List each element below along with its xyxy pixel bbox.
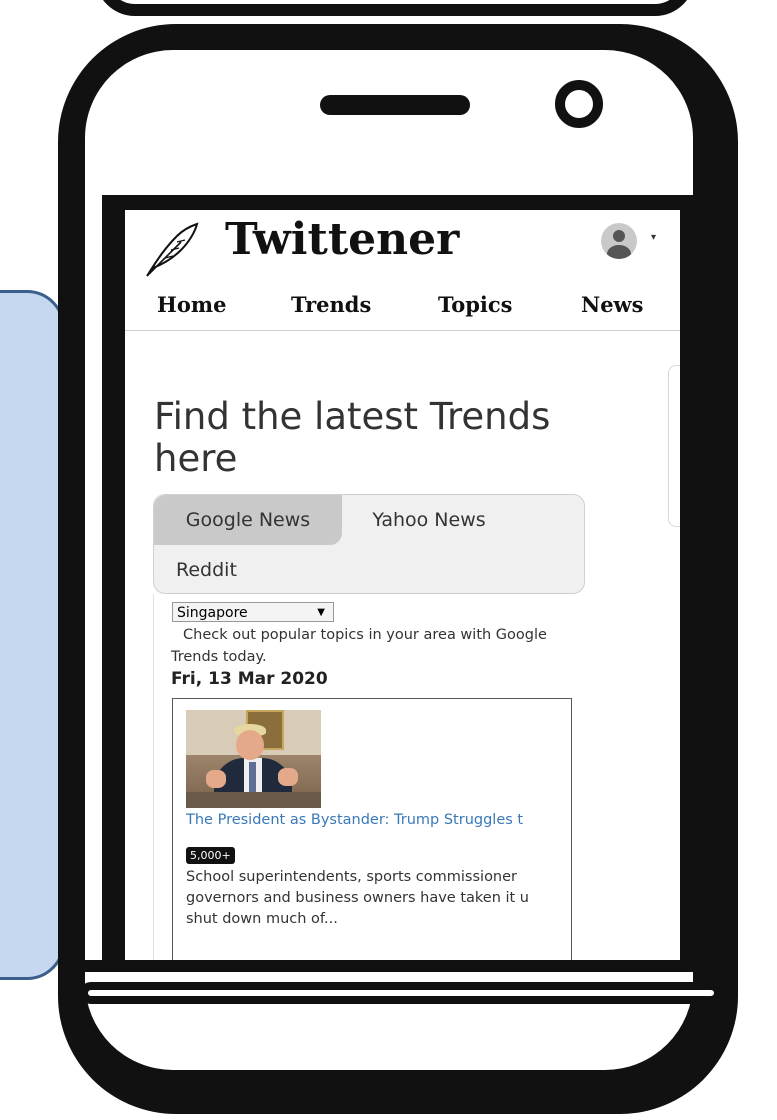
dropdown-caret-icon[interactable]: ▾ [651, 232, 656, 243]
page-title: Find the latest Trends here [154, 395, 551, 480]
main-nav: Home Trends Topics News [125, 292, 680, 326]
article-card[interactable]: The President as Bystander: Trump Strugg… [172, 698, 572, 960]
snippet-line: School superintendents, sports commissio… [186, 869, 518, 885]
phone-top-edge [95, 0, 695, 16]
article-headline[interactable]: The President as Bystander: Trump Strugg… [186, 812, 571, 828]
article-thumbnail[interactable] [186, 710, 321, 808]
trends-description: Check out popular topics in your area wi… [171, 627, 547, 665]
source-tabs: Google News Yahoo News Reddit [153, 494, 585, 594]
snippet-line: shut down much of... [186, 911, 338, 927]
tab-google-news[interactable]: Google News [154, 495, 342, 545]
snippet-line: governors and business owners have taken… [186, 890, 530, 906]
region-select[interactable]: Singapore ▼ [172, 602, 334, 622]
side-scroll-panel[interactable] [668, 365, 680, 527]
home-bar [80, 982, 722, 1004]
trends-content: Singapore ▼ Check out popular topics in … [153, 594, 574, 960]
tab-reddit[interactable]: Reddit [176, 547, 237, 593]
speaker-grille [320, 95, 470, 115]
side-panel [0, 290, 65, 980]
nav-item-home[interactable]: Home [157, 292, 226, 317]
select-caret-icon: ▼ [317, 607, 325, 618]
trends-date: Fri, 13 Mar 2020 [171, 669, 328, 689]
user-avatar-icon[interactable] [601, 223, 637, 259]
front-camera [555, 80, 603, 128]
app-screen: Twittener ▾ Home Trends Topics News Find… [125, 210, 680, 960]
region-selected: Singapore [177, 605, 248, 621]
traffic-badge: 5,000+ [186, 847, 235, 864]
article-snippet: School superintendents, sports commissio… [186, 867, 571, 930]
app-header: Twittener ▾ Home Trends Topics News [125, 210, 680, 331]
feather-icon [146, 222, 199, 277]
nav-item-topics[interactable]: Topics [438, 292, 513, 317]
nav-item-news[interactable]: News [581, 292, 643, 317]
tab-yahoo-news[interactable]: Yahoo News [344, 495, 514, 545]
brand-name[interactable]: Twittener [225, 214, 459, 265]
nav-item-trends[interactable]: Trends [291, 292, 371, 317]
